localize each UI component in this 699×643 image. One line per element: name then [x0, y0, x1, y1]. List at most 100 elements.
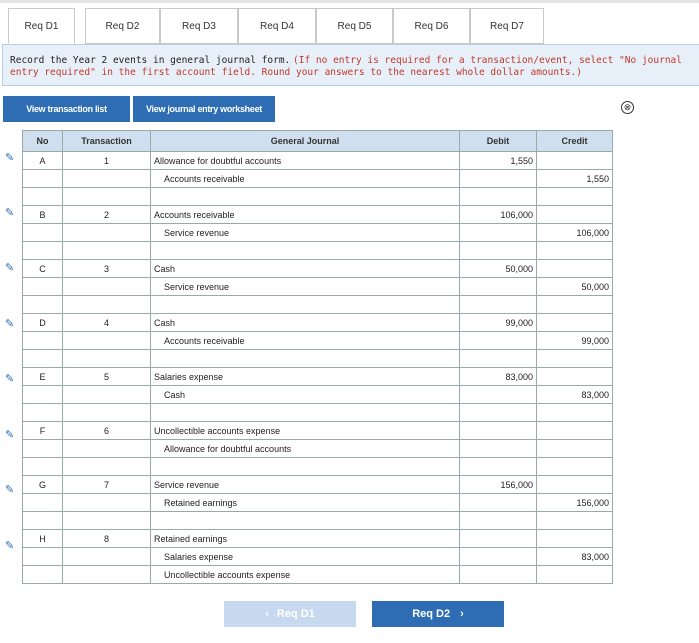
- close-icon[interactable]: ⊗: [621, 101, 634, 114]
- debit-field[interactable]: [459, 547, 537, 566]
- spacer-row: [22, 187, 613, 206]
- account-field[interactable]: Uncollectible accounts expense: [150, 565, 460, 584]
- debit-field[interactable]: [459, 169, 537, 188]
- debit-field[interactable]: [459, 385, 537, 404]
- transaction-cell: [62, 565, 151, 584]
- debit-field[interactable]: 99,000: [459, 313, 537, 332]
- empty-cell: [459, 349, 537, 368]
- empty-cell: [150, 349, 460, 368]
- empty-cell: [62, 457, 151, 476]
- account-field[interactable]: Service revenue: [150, 277, 460, 296]
- credit-field[interactable]: 106,000: [536, 223, 613, 242]
- credit-field[interactable]: 1,550: [536, 169, 613, 188]
- transaction-cell: 5: [62, 367, 151, 386]
- tab-req-d6[interactable]: Req D6: [393, 8, 470, 44]
- prev-req-button[interactable]: ‹ Req D1: [224, 601, 356, 627]
- table-row: Service revenue 50,000: [22, 277, 613, 296]
- empty-cell: [22, 187, 63, 206]
- next-req-button[interactable]: Req D2 ›: [372, 601, 504, 627]
- debit-field[interactable]: [459, 223, 537, 242]
- empty-cell: [22, 511, 63, 530]
- credit-field[interactable]: [536, 475, 613, 494]
- account-field[interactable]: Uncollectible accounts expense: [150, 421, 460, 440]
- table-row: Uncollectible accounts expense: [22, 565, 613, 584]
- credit-field[interactable]: 83,000: [536, 547, 613, 566]
- credit-field[interactable]: [536, 439, 613, 458]
- edit-pencil-icon[interactable]: ✎: [5, 207, 18, 220]
- credit-field[interactable]: [536, 151, 613, 170]
- entry-no-cell: [22, 169, 63, 188]
- account-field[interactable]: Cash: [150, 259, 460, 278]
- tab-req-d4[interactable]: Req D4: [238, 8, 316, 44]
- edit-pencil-icon[interactable]: ✎: [5, 318, 18, 331]
- credit-field[interactable]: [536, 565, 613, 584]
- debit-field[interactable]: [459, 421, 537, 440]
- tab-req-d2[interactable]: Req D2: [85, 8, 160, 44]
- credit-field[interactable]: [536, 367, 613, 386]
- account-field[interactable]: Allowance for doubtful accounts: [150, 439, 460, 458]
- transaction-cell: 6: [62, 421, 151, 440]
- debit-field[interactable]: [459, 529, 537, 548]
- tab-req-d5[interactable]: Req D5: [316, 8, 393, 44]
- account-field[interactable]: Accounts receivable: [150, 205, 460, 224]
- debit-field[interactable]: 50,000: [459, 259, 537, 278]
- edit-pencil-icon[interactable]: ✎: [5, 540, 18, 553]
- credit-field[interactable]: 156,000: [536, 493, 613, 512]
- credit-field[interactable]: 83,000: [536, 385, 613, 404]
- tab-req-d7[interactable]: Req D7: [470, 8, 544, 44]
- account-field[interactable]: Cash: [150, 385, 460, 404]
- tab-req-d1[interactable]: Req D1: [8, 8, 75, 44]
- entry-no-cell: [22, 331, 63, 350]
- table-row: Salaries expense 83,000: [22, 547, 613, 566]
- account-field[interactable]: Service revenue: [150, 475, 460, 494]
- credit-field[interactable]: [536, 259, 613, 278]
- view-journal-worksheet-button[interactable]: View journal entry worksheet: [133, 96, 275, 122]
- empty-cell: [459, 241, 537, 260]
- empty-cell: [62, 241, 151, 260]
- debit-field[interactable]: [459, 277, 537, 296]
- edit-pencil-icon[interactable]: ✎: [5, 484, 18, 497]
- table-row: Cash 83,000: [22, 385, 613, 404]
- account-field[interactable]: Retained earnings: [150, 529, 460, 548]
- empty-cell: [22, 403, 63, 422]
- empty-cell: [150, 457, 460, 476]
- debit-field[interactable]: 156,000: [459, 475, 537, 494]
- empty-cell: [62, 511, 151, 530]
- account-field[interactable]: Allowance for doubtful accounts: [150, 151, 460, 170]
- account-field[interactable]: Service revenue: [150, 223, 460, 242]
- empty-cell: [62, 403, 151, 422]
- credit-field[interactable]: [536, 205, 613, 224]
- account-field[interactable]: Cash: [150, 313, 460, 332]
- empty-cell: [62, 187, 151, 206]
- debit-field[interactable]: [459, 493, 537, 512]
- edit-pencil-icon[interactable]: ✎: [5, 262, 18, 275]
- account-field[interactable]: Accounts receivable: [150, 169, 460, 188]
- transaction-cell: [62, 439, 151, 458]
- debit-field[interactable]: [459, 565, 537, 584]
- tab-req-d3[interactable]: Req D3: [160, 8, 238, 44]
- transaction-cell: [62, 547, 151, 566]
- empty-cell: [536, 187, 613, 206]
- debit-field[interactable]: 106,000: [459, 205, 537, 224]
- view-transaction-list-button[interactable]: View transaction list: [3, 96, 130, 122]
- empty-cell: [22, 349, 63, 368]
- header-transaction: Transaction: [62, 130, 151, 152]
- debit-field[interactable]: 83,000: [459, 367, 537, 386]
- edit-pencil-icon[interactable]: ✎: [5, 152, 18, 165]
- credit-field[interactable]: 50,000: [536, 277, 613, 296]
- credit-field[interactable]: [536, 421, 613, 440]
- debit-field[interactable]: 1,550: [459, 151, 537, 170]
- account-field[interactable]: Salaries expense: [150, 367, 460, 386]
- credit-field[interactable]: 99,000: [536, 331, 613, 350]
- credit-field[interactable]: [536, 313, 613, 332]
- table-row: A 1 Allowance for doubtful accounts 1,550: [22, 151, 613, 170]
- account-field[interactable]: Salaries expense: [150, 547, 460, 566]
- account-field[interactable]: Accounts receivable: [150, 331, 460, 350]
- credit-field[interactable]: [536, 529, 613, 548]
- edit-pencil-icon[interactable]: ✎: [5, 373, 18, 386]
- edit-pencil-icon[interactable]: ✎: [5, 429, 18, 442]
- debit-field[interactable]: [459, 331, 537, 350]
- debit-field[interactable]: [459, 439, 537, 458]
- entry-no-cell: [22, 385, 63, 404]
- account-field[interactable]: Retained earnings: [150, 493, 460, 512]
